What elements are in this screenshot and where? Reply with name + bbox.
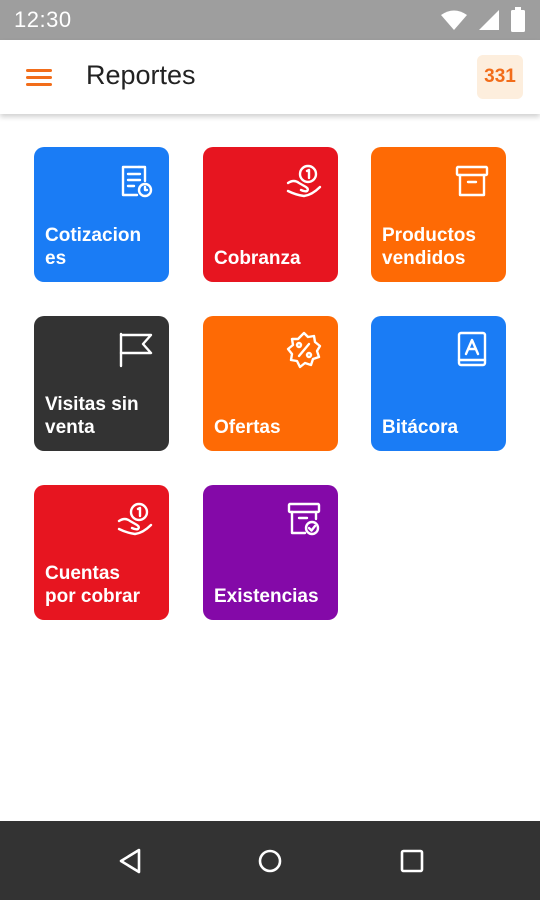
count-badge[interactable]: 331	[477, 55, 523, 99]
tile-visitas-sin-venta[interactable]: Visitas sin venta	[34, 316, 169, 451]
tile-label: Cobranza	[214, 248, 301, 269]
navigation-bar	[0, 821, 540, 900]
hand-coin-icon	[286, 164, 322, 198]
tile-cuentas-por-cobrar[interactable]: Cuentas por cobrar	[34, 485, 169, 620]
tile-bitacora[interactable]: Bitácora	[371, 316, 506, 451]
quote-document-icon	[121, 165, 153, 198]
tile-label: Cotizacion es	[45, 225, 142, 269]
tile-label: Visitas sin venta	[45, 394, 139, 438]
recents-button[interactable]	[392, 843, 432, 879]
page-title: Reportes	[86, 60, 196, 90]
app-bar: Reportes 331	[0, 40, 540, 114]
hand-coin-icon	[117, 502, 153, 536]
menu-button[interactable]	[20, 62, 56, 92]
tile-label: Existencias	[214, 586, 319, 607]
reports-grid: Cotizacion es Cobranza Productos vendido…	[0, 0, 540, 900]
tile-label: Cuentas por cobrar	[45, 563, 141, 607]
tile-label: Bitácora	[382, 417, 459, 438]
inventory-check-icon	[287, 502, 321, 536]
address-book-icon	[457, 331, 487, 367]
tile-label: Ofertas	[214, 417, 281, 438]
hamburger-menu-icon	[26, 69, 52, 86]
flag-icon	[119, 332, 153, 368]
back-icon	[119, 848, 141, 874]
back-button[interactable]	[110, 843, 150, 879]
tile-ofertas[interactable]: Ofertas	[203, 316, 338, 451]
tile-cotizaciones[interactable]: Cotizacion es	[34, 147, 169, 282]
archive-box-icon	[455, 165, 489, 197]
tile-productos-vendidos[interactable]: Productos vendidos	[371, 147, 506, 282]
tile-existencias[interactable]: Existencias	[203, 485, 338, 620]
discount-badge-icon	[286, 331, 322, 369]
recents-icon	[400, 849, 424, 873]
tile-cobranza[interactable]: Cobranza	[203, 147, 338, 282]
tile-label: Productos vendidos	[382, 225, 476, 269]
home-icon	[258, 849, 282, 873]
home-button[interactable]	[250, 843, 290, 879]
